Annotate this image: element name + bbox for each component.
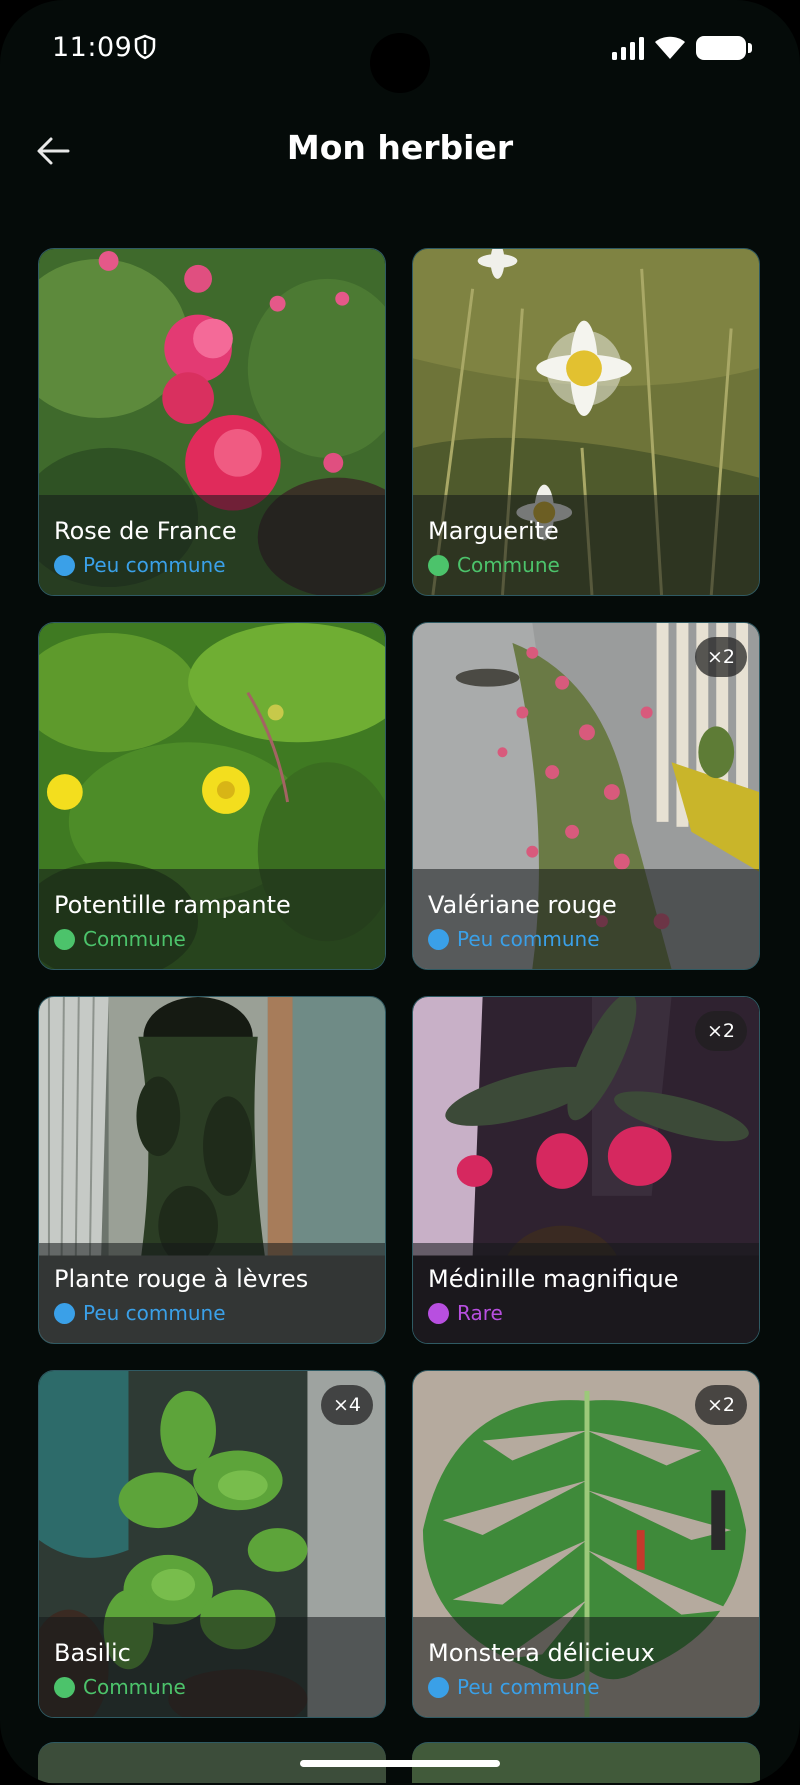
count-badge: ×4 (321, 1385, 373, 1425)
card-caption (39, 869, 385, 969)
plant-name: Médinille magnifique (428, 1265, 679, 1293)
rarity-label: Peu commune (428, 927, 600, 951)
rarity-label: Commune (428, 553, 560, 577)
count-badge: ×2 (695, 1011, 747, 1051)
card-caption (39, 1617, 385, 1717)
status-time: 11:09 (52, 32, 133, 63)
rarity-dot-icon (428, 554, 449, 576)
rarity-dot-icon (54, 1676, 75, 1698)
plant-card[interactable]: Plante rouge à lèvres Peu commune (38, 996, 386, 1344)
count-badge: ×2 (695, 1385, 747, 1425)
plant-card[interactable]: ×2 Valériane rouge Peu commune (412, 622, 760, 970)
count-badge: ×2 (695, 637, 747, 677)
plant-card[interactable]: ×2 Monstera délicieux Peu commune (412, 1370, 760, 1718)
rarity-text: Commune (457, 553, 560, 577)
wifi-icon (654, 34, 686, 64)
rarity-label: Peu commune (428, 1675, 600, 1699)
rarity-dot-icon (428, 928, 449, 950)
card-caption (413, 495, 759, 595)
plant-card[interactable]: ×2 Médinille magnifique Rare (412, 996, 760, 1344)
plant-name: Valériane rouge (428, 891, 617, 919)
rarity-text: Rare (457, 1301, 503, 1325)
card-caption (413, 1617, 759, 1717)
app-header: Mon herbier (0, 110, 800, 190)
app-screen: 11:09 Mon herbier Rose de France Peu com… (0, 0, 800, 1785)
rarity-dot-icon (54, 928, 75, 950)
plant-card[interactable]: Marguerite Commune (412, 248, 760, 596)
plant-card[interactable]: ×4 Basilic Commune (38, 1370, 386, 1718)
rarity-label: Peu commune (54, 553, 226, 577)
home-indicator[interactable] (300, 1760, 500, 1767)
rarity-dot-icon (428, 1676, 449, 1698)
rarity-text: Peu commune (457, 927, 600, 951)
card-caption (39, 495, 385, 595)
rarity-text: Peu commune (83, 553, 226, 577)
plant-name: Basilic (54, 1639, 131, 1667)
shield-icon (134, 34, 156, 64)
rarity-label: Peu commune (54, 1301, 226, 1325)
rarity-text: Peu commune (457, 1675, 600, 1699)
card-caption (413, 1243, 759, 1343)
card-caption (413, 869, 759, 969)
rarity-dot-icon (54, 554, 75, 576)
front-camera (370, 33, 430, 93)
plant-name: Marguerite (428, 517, 559, 545)
rarity-label: Commune (54, 927, 186, 951)
plant-name: Potentille rampante (54, 891, 291, 919)
plant-name: Monstera délicieux (428, 1639, 655, 1667)
rarity-dot-icon (428, 1302, 449, 1324)
plant-card[interactable]: Rose de France Peu commune (38, 248, 386, 596)
rarity-label: Commune (54, 1675, 186, 1699)
plant-card[interactable]: Potentille rampante Commune (38, 622, 386, 970)
page-title: Mon herbier (286, 128, 514, 167)
rarity-text: Commune (83, 927, 186, 951)
card-caption (39, 1243, 385, 1343)
rarity-label: Rare (428, 1301, 503, 1325)
rarity-dot-icon (54, 1302, 75, 1324)
signal-icon (612, 36, 646, 64)
rarity-text: Peu commune (83, 1301, 226, 1325)
plant-name: Rose de France (54, 517, 237, 545)
status-bar: 11:09 (0, 0, 800, 100)
plant-name: Plante rouge à lèvres (54, 1265, 309, 1293)
battery-icon (696, 36, 752, 60)
rarity-text: Commune (83, 1675, 186, 1699)
